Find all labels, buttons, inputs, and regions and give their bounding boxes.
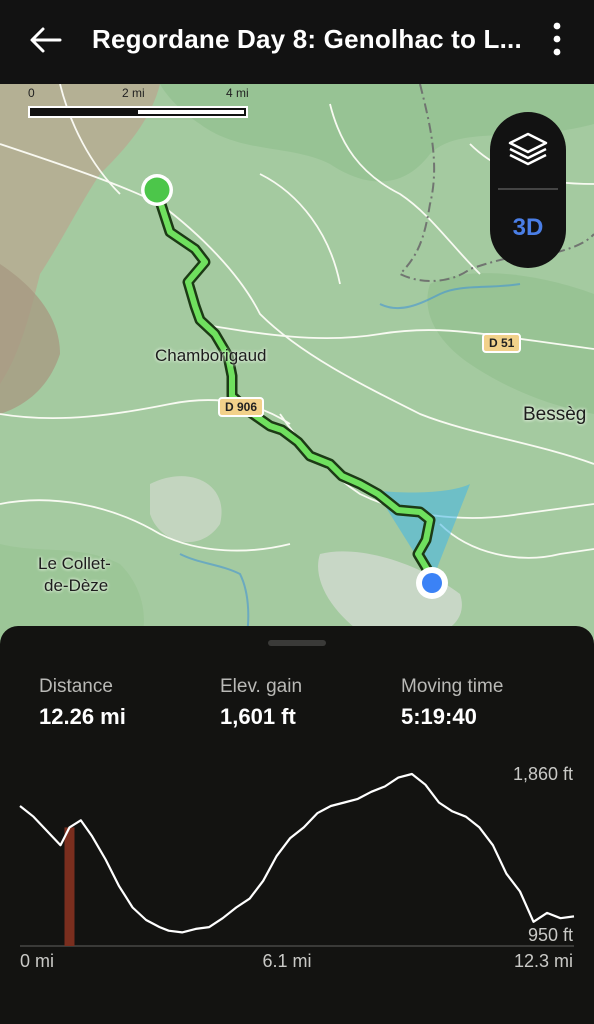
elevation-profile-chart[interactable]: 1,860 ft 950 ft 0 mi 6.1 mi 12.3 mi [0, 742, 594, 1024]
more-options-button[interactable] [544, 18, 570, 60]
map-scale-bar: 0 2 mi 4 mi [26, 86, 256, 126]
current-position-marker [64, 827, 75, 946]
stat-moving-time-value: 5:19:40 [401, 704, 477, 729]
road-badge-d906: D 906 [218, 397, 265, 417]
scale-label-2mi: 2 mi [122, 86, 145, 100]
stat-elev-gain-label: Elev. gain [220, 676, 303, 697]
scale-label-4mi: 4 mi [226, 86, 249, 100]
place-label-bessege: Bessèg [523, 404, 587, 425]
stat-moving-time: Moving time 5:19:40 [401, 676, 503, 730]
page-title: Regordane Day 8: Genolhac to L... [92, 24, 522, 54]
y-tick-min: 950 ft [528, 925, 573, 945]
stat-moving-time-label: Moving time [401, 676, 504, 697]
panel-drag-handle[interactable] [268, 640, 326, 646]
stat-distance-value: 12.26 mi [39, 704, 126, 729]
scale-bar-graphic [28, 106, 248, 118]
place-label-chamborigaud: Chamborigaud [155, 346, 267, 365]
more-vertical-icon [553, 22, 561, 56]
stat-elev-gain: Elev. gain 1,601 ft [220, 676, 302, 730]
x-tick-start: 0 mi [20, 951, 54, 971]
stat-distance: Distance 12.26 mi [39, 676, 126, 730]
road-badge-d51: D 51 [482, 333, 522, 353]
layers-icon [508, 132, 548, 166]
y-tick-max: 1,860 ft [513, 764, 573, 784]
top-bar: Regordane Day 8: Genolhac to L... [0, 0, 594, 84]
stats-panel: Distance 12.26 mi Elev. gain 1,601 ft Mo… [0, 626, 594, 1024]
stat-distance-label: Distance [39, 676, 113, 697]
map-controls: 3D [490, 112, 566, 268]
back-arrow-icon [30, 27, 62, 53]
place-label-de-deze: de-Dèze [44, 576, 109, 595]
elevation-line [19, 772, 575, 934]
place-label-le-collet: Le Collet- [38, 554, 111, 573]
back-button[interactable] [26, 22, 66, 58]
scale-label-zero: 0 [28, 86, 35, 100]
x-tick-end: 12.3 mi [514, 951, 573, 971]
x-tick-mid: 6.1 mi [262, 951, 311, 971]
3d-view-toggle[interactable]: 3D [490, 192, 566, 264]
map-layers-button[interactable] [490, 112, 566, 188]
stat-elev-gain-value: 1,601 ft [220, 704, 296, 729]
control-divider [498, 188, 558, 190]
